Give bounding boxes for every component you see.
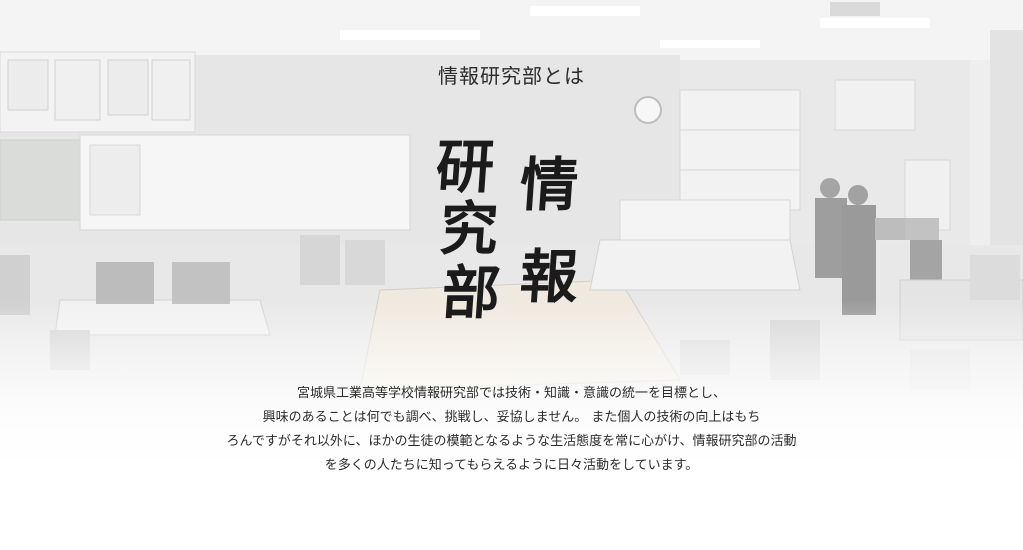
logo-char: 部: [439, 259, 503, 327]
logo-char: 研: [433, 133, 497, 201]
logo-char: 究: [437, 195, 501, 263]
description-line: ろんですがそれ以外に、ほかの生徒の模範となるような生活態度を常に心がけ、情報研究…: [226, 434, 797, 449]
club-description: 宮城県工業高等学校情報研究部では技術・知識・意識の統一を目標とし、 興味のあるこ…: [0, 382, 1023, 478]
logo-char: 報: [517, 243, 581, 311]
club-logo-calligraphy: 情 報 研 究 部: [428, 128, 598, 338]
description-line: を多くの人たちに知ってもらえるように日々活動をしています。: [324, 458, 699, 473]
description-line: 宮城県工業高等学校情報研究部では技術・知識・意識の統一を目標とし、: [296, 386, 726, 401]
section-title: 情報研究部とは: [438, 64, 585, 88]
description-line: 興味のあることは何でも調べ、挑戦し、妥協しません。 また個人の技術の向上はもち: [262, 410, 761, 425]
about-section: 情報研究部とは 情 報 研 究 部 宮城県工業高等学校情報研究部では技術・知識・…: [0, 0, 1023, 550]
logo-char: 情: [517, 151, 581, 219]
